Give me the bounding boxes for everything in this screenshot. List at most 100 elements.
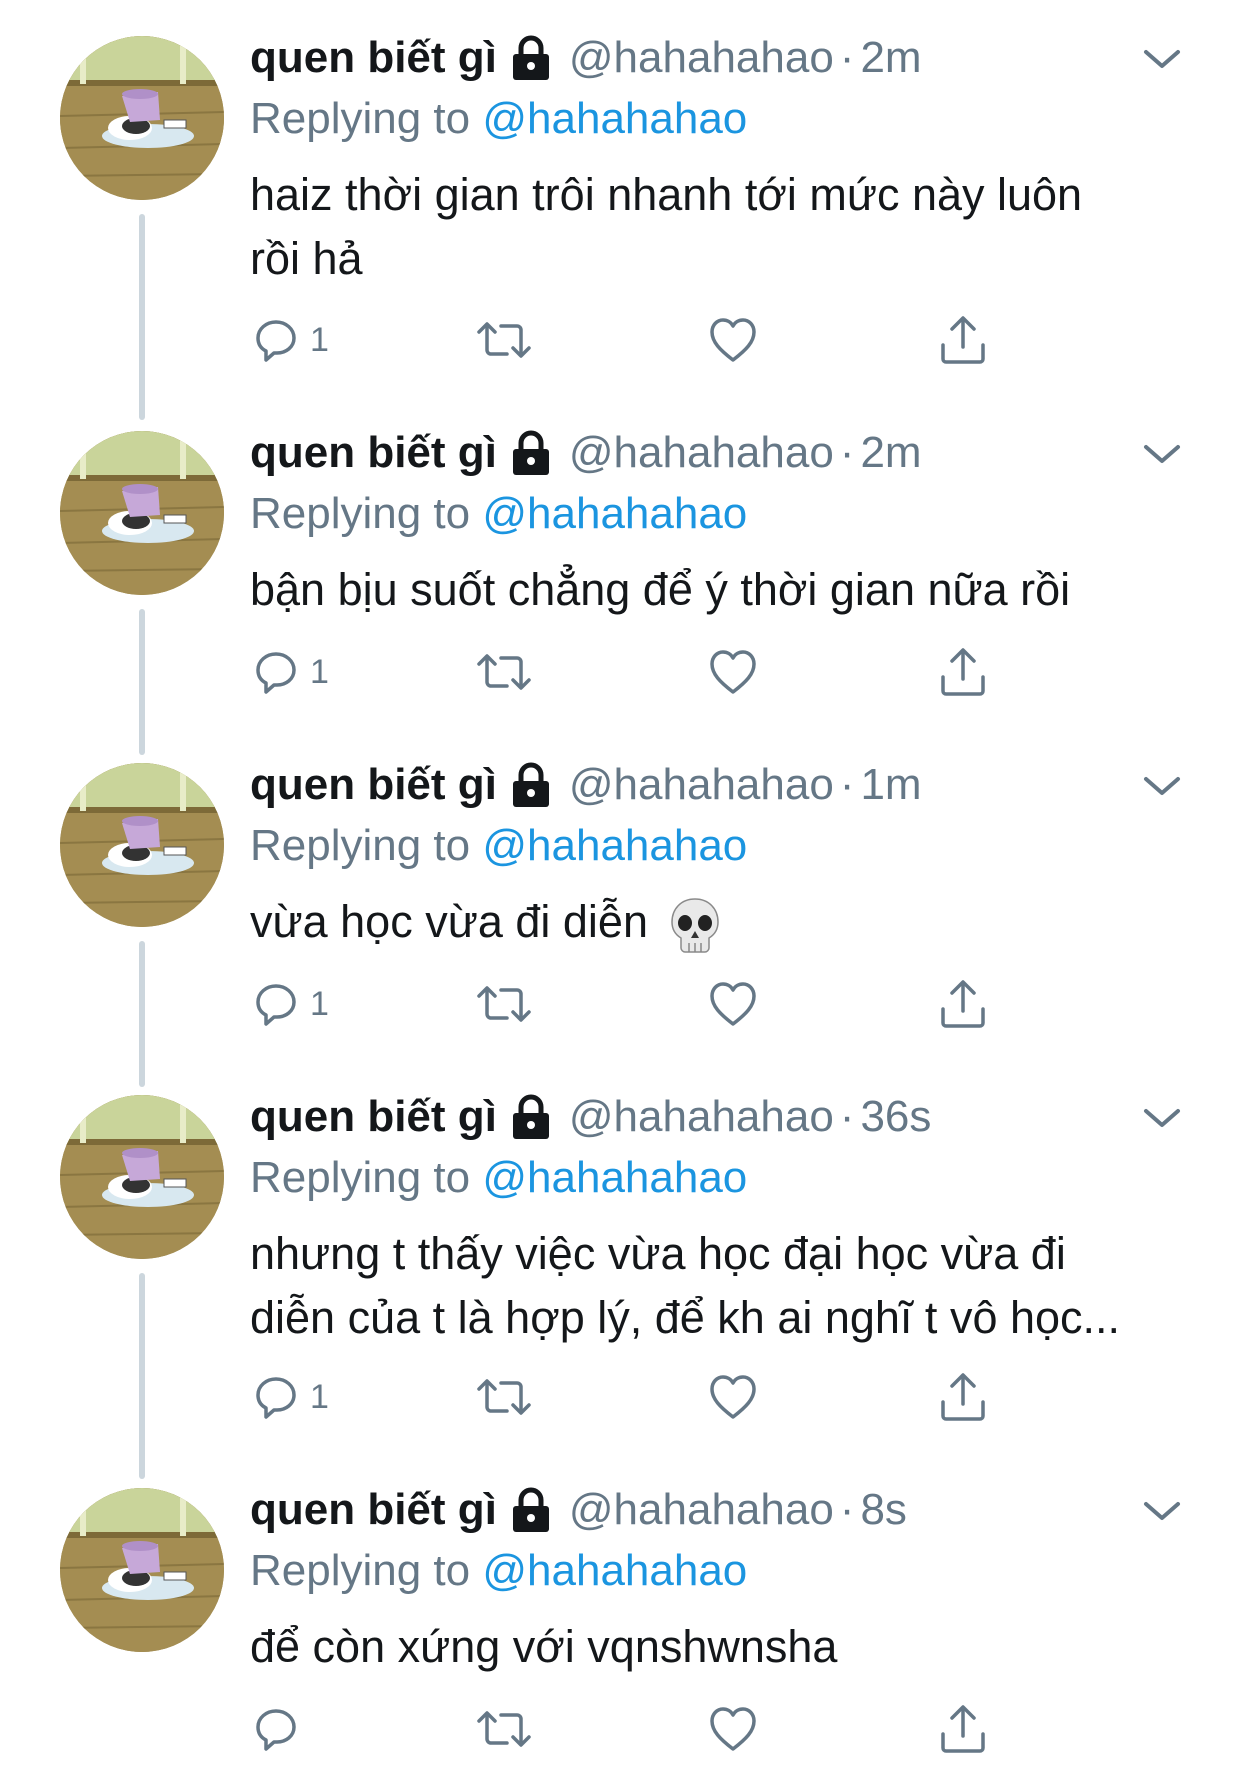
heart-icon — [710, 650, 756, 694]
tweet-actions: 1 — [250, 312, 1010, 368]
share-button[interactable] — [938, 312, 988, 368]
thread-connector — [139, 1273, 145, 1479]
like-button[interactable] — [708, 976, 758, 1032]
reply-button[interactable]: 1 — [252, 976, 329, 1032]
user-handle[interactable]: @hahahahao — [569, 33, 834, 83]
retweet-icon — [477, 986, 531, 1022]
tweet[interactable]: quen biết gì @hahahahao · 36s Replying t… — [0, 1059, 1242, 1479]
timestamp[interactable]: 8s — [860, 1485, 906, 1535]
display-name[interactable]: quen biết gì — [250, 1485, 497, 1535]
reply-count: 1 — [310, 652, 329, 691]
reply-button[interactable] — [252, 1701, 310, 1757]
tweet-text-line: bận bịu suốt chẳng để ý thời gian nữa rồ… — [250, 564, 1071, 615]
tweet-actions: 1 — [250, 644, 1010, 700]
tweet[interactable]: quen biết gì @hahahahao · 1m Replying to… — [0, 727, 1242, 1087]
lock-icon — [512, 35, 549, 80]
like-button[interactable] — [708, 312, 758, 368]
tweet-text-content: vừa học vừa đi diễn — [250, 896, 648, 947]
separator: · — [839, 760, 855, 809]
chevron-down-icon[interactable] — [1140, 771, 1184, 801]
share-button[interactable] — [938, 976, 988, 1032]
tweet-thread: quen biết gì @hahahahao · 2m Replying to… — [0, 0, 1242, 1787]
tweet-header: quen biết gì @hahahahao · 2m — [250, 421, 922, 485]
replying-handle-link[interactable]: @hahahahao — [482, 821, 747, 870]
tweet-header: quen biết gì @hahahahao · 1m — [250, 753, 922, 817]
reply-icon — [256, 1709, 296, 1751]
chevron-down-icon[interactable] — [1140, 1103, 1184, 1133]
tweet-text: để còn xứng với vqnshwnsha — [250, 1615, 1190, 1679]
tweet[interactable]: quen biết gì @hahahahao · 2m Replying to… — [0, 395, 1242, 755]
retweet-icon — [477, 322, 531, 358]
tweet-header: quen biết gì @hahahahao · 2m — [250, 26, 922, 90]
display-name[interactable]: quen biết gì — [250, 1092, 497, 1142]
display-name[interactable]: quen biết gì — [250, 760, 497, 810]
reply-icon — [256, 320, 296, 362]
heart-icon — [710, 982, 756, 1026]
retweet-icon — [477, 1711, 531, 1747]
timestamp[interactable]: 1m — [860, 760, 921, 810]
separator: · — [839, 1092, 855, 1141]
lock-icon — [512, 1487, 549, 1532]
user-handle[interactable]: @hahahahao — [569, 1485, 834, 1535]
avatar[interactable] — [60, 36, 224, 200]
replying-handle-link[interactable]: @hahahahao — [482, 1153, 747, 1202]
retweet-button[interactable] — [475, 1369, 533, 1425]
tweet[interactable]: quen biết gì @hahahahao · 8s Replying to… — [0, 1452, 1242, 1787]
replying-to: Replying to @hahahahao — [250, 821, 747, 871]
thread-connector — [139, 214, 145, 420]
retweet-button[interactable] — [475, 1701, 533, 1757]
share-button[interactable] — [938, 1701, 988, 1757]
heart-icon — [710, 318, 756, 362]
skull-icon — [671, 898, 719, 953]
retweet-button[interactable] — [475, 976, 533, 1032]
timestamp[interactable]: 36s — [860, 1092, 931, 1142]
retweet-icon — [477, 1379, 531, 1415]
user-handle[interactable]: @hahahahao — [569, 428, 834, 478]
separator: · — [839, 1485, 855, 1534]
tweet[interactable]: quen biết gì @hahahahao · 2m Replying to… — [0, 0, 1242, 420]
replying-label: Replying to — [250, 94, 471, 143]
chevron-down-icon[interactable] — [1140, 439, 1184, 469]
reply-count: 1 — [310, 984, 329, 1023]
reply-count: 1 — [310, 1377, 329, 1416]
reply-button[interactable]: 1 — [252, 1369, 329, 1425]
retweet-button[interactable] — [475, 644, 533, 700]
avatar[interactable] — [60, 431, 224, 595]
like-button[interactable] — [708, 1369, 758, 1425]
timestamp[interactable]: 2m — [860, 33, 921, 83]
avatar[interactable] — [60, 1488, 224, 1652]
share-button[interactable] — [938, 644, 988, 700]
replying-to: Replying to @hahahahao — [250, 1153, 747, 1203]
reply-icon — [256, 652, 296, 694]
chevron-down-icon[interactable] — [1140, 44, 1184, 74]
share-icon — [941, 980, 985, 1028]
reply-button[interactable]: 1 — [252, 312, 329, 368]
replying-handle-link[interactable]: @hahahahao — [482, 94, 747, 143]
timestamp[interactable]: 2m — [860, 428, 921, 478]
tweet-text: bận bịu suốt chẳng để ý thời gian nữa rồ… — [250, 558, 1190, 622]
replying-label: Replying to — [250, 821, 471, 870]
avatar[interactable] — [60, 1095, 224, 1259]
tweet-text-line: nhưng t thấy việc vừa học đại học vừa đi — [250, 1228, 1066, 1279]
retweet-button[interactable] — [475, 312, 533, 368]
lock-icon — [512, 430, 549, 475]
like-button[interactable] — [708, 644, 758, 700]
separator: · — [839, 33, 855, 82]
tweet-text-line: haiz thời gian trôi nhanh tới mức này lu… — [250, 169, 1083, 220]
reply-button[interactable]: 1 — [252, 644, 329, 700]
like-button[interactable] — [708, 1701, 758, 1757]
chevron-down-icon[interactable] — [1140, 1496, 1184, 1526]
replying-handle-link[interactable]: @hahahahao — [482, 489, 747, 538]
display-name[interactable]: quen biết gì — [250, 33, 497, 83]
avatar[interactable] — [60, 763, 224, 927]
tweet-text-line: rồi hả — [250, 233, 363, 284]
share-icon — [941, 1373, 985, 1421]
replying-label: Replying to — [250, 1153, 471, 1202]
display-name[interactable]: quen biết gì — [250, 428, 497, 478]
replying-handle-link[interactable]: @hahahahao — [482, 1546, 747, 1595]
replying-to: Replying to @hahahahao — [250, 489, 747, 539]
user-handle[interactable]: @hahahahao — [569, 1092, 834, 1142]
tweet-text: haiz thời gian trôi nhanh tới mức này lu… — [250, 163, 1190, 291]
share-button[interactable] — [938, 1369, 988, 1425]
user-handle[interactable]: @hahahahao — [569, 760, 834, 810]
